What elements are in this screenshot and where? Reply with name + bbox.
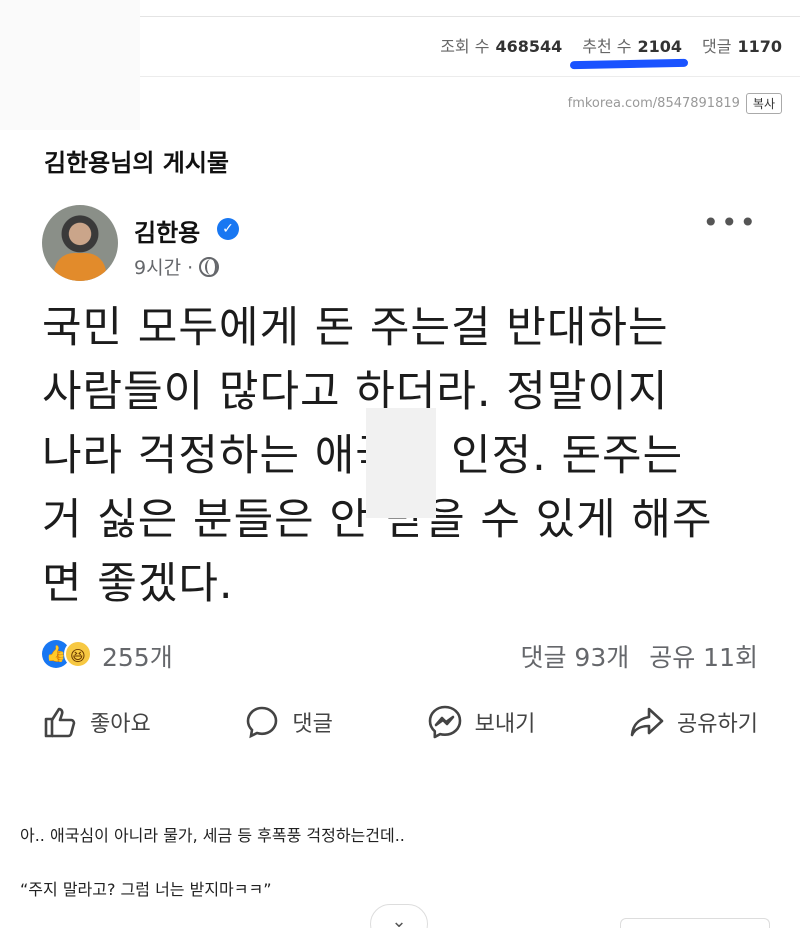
like-button[interactable]: 좋아요 xyxy=(42,700,151,744)
highlight-underline xyxy=(569,58,689,70)
avatar[interactable] xyxy=(42,205,118,281)
comments-stat: 댓글 1170 xyxy=(702,37,782,56)
comment-text: 아.. 애국심이 아니라 물가, 세금 등 후폭풍 걱정하는건데.. xyxy=(20,826,405,845)
stats-divider xyxy=(140,76,800,77)
views-stat: 조회 수 468544 xyxy=(440,37,563,56)
copy-button[interactable]: 복사 xyxy=(745,93,782,114)
haha-reaction-icon: 😆 xyxy=(64,640,92,668)
author-name[interactable]: 김한용 xyxy=(134,213,200,248)
post-url[interactable]: fmkorea.com/8547891819 xyxy=(568,96,740,111)
reaction-count[interactable]: 255개 xyxy=(102,638,173,674)
comment-button[interactable]: 댓글 xyxy=(244,700,333,744)
cropped-blank-area xyxy=(0,0,140,130)
post-line: 국민 모두에게 돈 주는걸 반대하는 xyxy=(42,303,669,353)
verified-badge-icon: ✓ xyxy=(217,218,239,240)
send-button[interactable]: 보내기 xyxy=(427,700,535,744)
globe-icon xyxy=(199,256,220,277)
redaction-block xyxy=(366,408,436,518)
comment-text: “주지 말라고? 그럼 너는 받지마ㅋㅋ” xyxy=(20,880,272,899)
share-arrow-icon xyxy=(630,707,664,737)
comment-bubble-icon xyxy=(247,706,278,739)
chevron-down-icon[interactable]: ⌄ xyxy=(370,904,428,928)
more-options-icon[interactable]: ••• xyxy=(702,209,758,237)
post-actions: 좋아요 댓글 보내기 공유하기 xyxy=(42,700,758,744)
messenger-icon xyxy=(428,705,461,739)
reaction-summary: 👍 😆 255개 댓글 93개 공유 11회 xyxy=(42,638,758,672)
partial-box xyxy=(620,918,770,928)
page-title: 김한용님의 게시물 xyxy=(44,149,229,177)
recommend-stat: 추천 수 2104 xyxy=(582,37,683,56)
thumbs-up-icon xyxy=(44,707,76,738)
url-row: fmkorea.com/8547891819 복사 xyxy=(568,93,782,114)
top-divider xyxy=(140,16,800,17)
post-header: 김한용 ✓ 9시간 · ••• xyxy=(42,205,758,285)
post-stats: 조회 수 468544 추천 수 2104 댓글 1170 xyxy=(440,33,782,57)
comment-count[interactable]: 댓글 93개 xyxy=(520,638,629,674)
post-time: 9시간 · xyxy=(134,253,220,280)
share-count[interactable]: 공유 11회 xyxy=(649,638,758,674)
share-button[interactable]: 공유하기 xyxy=(629,700,758,744)
post-line: 면 좋겠다. xyxy=(42,559,234,609)
